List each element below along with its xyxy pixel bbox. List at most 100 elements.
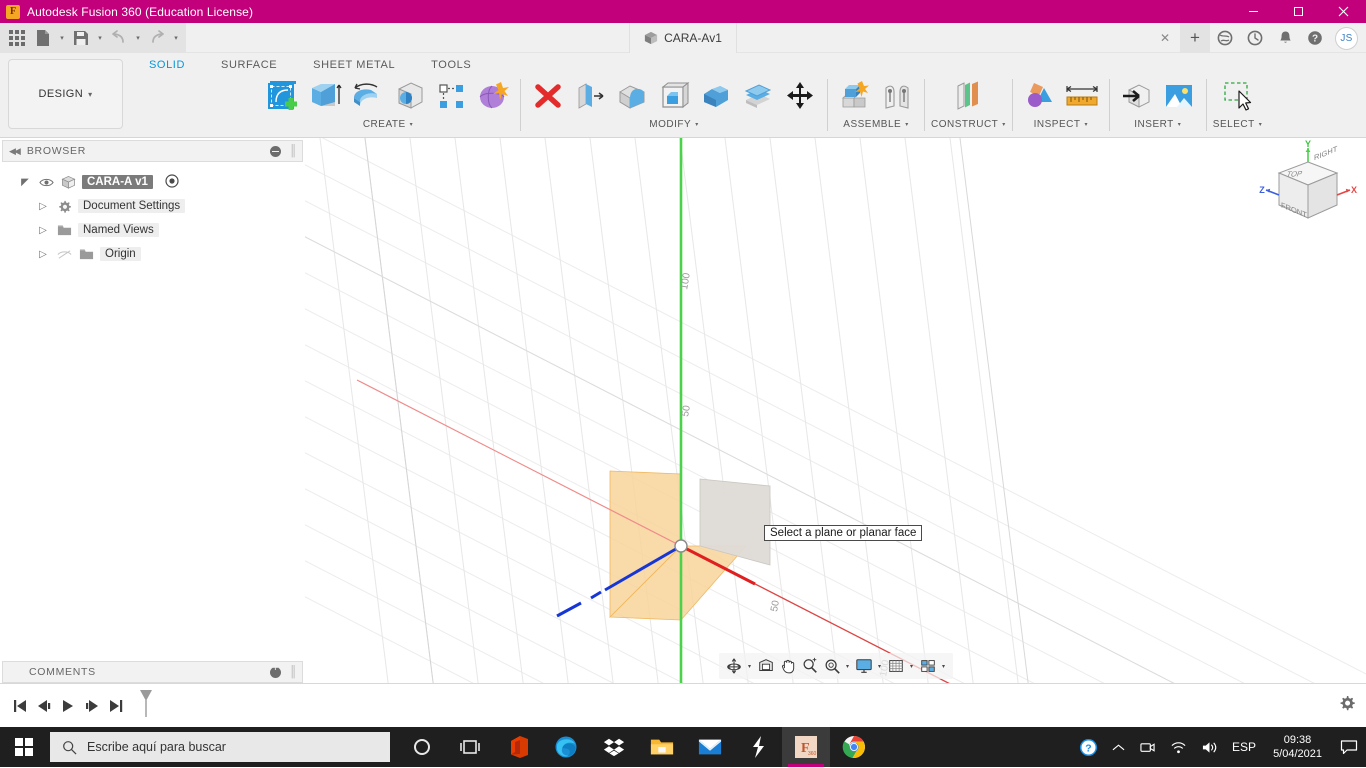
workspace-switcher-button[interactable]: DESIGN ▾ [8,59,123,129]
minus-circle-icon[interactable] [270,145,282,157]
interference-button[interactable] [1019,75,1061,117]
expand-arrow-icon[interactable]: ▷ [36,225,50,236]
timeline-step-back-button[interactable] [32,691,56,721]
notifications-button[interactable] [1270,23,1300,53]
activate-component-icon[interactable] [165,173,179,191]
ribbon-group-construct-label[interactable]: CONSTRUCT ▾ [931,119,1006,130]
help-button[interactable]: ? [1300,23,1330,53]
sweep-button[interactable] [388,75,430,117]
shell-button[interactable] [653,75,695,117]
tree-item-named-views[interactable]: ▷ Named Views [0,218,305,242]
fit-button[interactable] [821,655,843,677]
viewports-caret[interactable]: ▾ [939,655,949,677]
viewports-button[interactable] [917,655,939,677]
new-document-tab-button[interactable]: + [1180,23,1210,53]
tray-help-button[interactable]: ? [1072,727,1105,767]
create-sketch-button[interactable] [262,75,304,117]
redo-caret[interactable]: ▾ [170,25,182,51]
user-avatar[interactable]: JS [1335,26,1358,50]
zoom-button[interactable] [799,655,821,677]
visibility-eye-off-icon[interactable] [56,249,72,260]
cortana-button[interactable] [398,727,446,767]
collapse-panel-icon[interactable]: ◀◀ [9,146,21,157]
tray-camera-button[interactable] [1132,727,1163,767]
canvas-image-button[interactable] [1158,75,1200,117]
taskbar-mail-button[interactable] [686,727,734,767]
orbit-button[interactable] [723,655,745,677]
fillet-button[interactable] [611,75,653,117]
timeline-go-to-end-button[interactable] [104,691,128,721]
orbit-caret[interactable]: ▾ [745,655,755,677]
grid-snaps-caret[interactable]: ▾ [907,655,917,677]
look-at-button[interactable] [755,655,777,677]
pan-button[interactable] [777,655,799,677]
file-menu-button[interactable] [30,25,56,51]
minimize-button[interactable] [1231,0,1276,23]
action-center-button[interactable] [1332,727,1366,767]
taskbar-office-button[interactable] [494,727,542,767]
close-document-tab-button[interactable]: ✕ [1150,23,1180,53]
extrude-button[interactable] [304,75,346,117]
grip-icon[interactable]: ║ [289,145,297,157]
timeline-play-button[interactable] [56,691,80,721]
taskbar-chrome-button[interactable] [830,727,878,767]
undo-button[interactable] [106,25,132,51]
joint-button[interactable] [876,75,918,117]
tab-tools[interactable]: TOOLS [413,57,489,73]
offset-plane-button[interactable] [947,75,989,117]
select-button[interactable] [1217,75,1259,117]
measure-button[interactable] [1061,75,1103,117]
insert-derive-button[interactable] [1116,75,1158,117]
undo-caret[interactable]: ▾ [132,25,144,51]
revolve-button[interactable] [346,75,388,117]
redo-button[interactable] [144,25,170,51]
press-pull-button[interactable] [569,75,611,117]
tree-item-origin[interactable]: ▷ Origin [0,242,305,266]
timeline-step-forward-button[interactable] [80,691,104,721]
file-menu-caret[interactable]: ▾ [56,25,68,51]
taskbar-dropbox-button[interactable] [590,727,638,767]
combine-button[interactable] [695,75,737,117]
timeline-go-to-beginning-button[interactable] [8,691,32,721]
document-tab[interactable]: CARA-Av1 [629,23,737,53]
delete-button[interactable] [527,75,569,117]
ribbon-group-select-label[interactable]: SELECT ▾ [1213,119,1262,130]
create-form-button[interactable] [472,75,514,117]
taskbar-search-input[interactable]: Escribe aquí para buscar [50,732,390,762]
tray-wifi-button[interactable] [1163,727,1194,767]
ribbon-group-insert-label[interactable]: INSERT ▾ [1134,119,1181,130]
view-cube[interactable]: TOP FRONT RIGHT Y X Z [1258,139,1358,240]
save-button[interactable] [68,25,94,51]
tray-expand-button[interactable] [1105,727,1132,767]
ribbon-group-assemble-label[interactable]: ASSEMBLE ▾ [843,119,908,130]
tree-item-root[interactable]: ◤ CARA-A v1 [0,170,305,194]
job-status-button[interactable] [1240,23,1270,53]
taskbar-lightning-button[interactable] [734,727,782,767]
new-component-button[interactable] [834,75,876,117]
start-button[interactable] [0,727,48,767]
tree-item-document-settings[interactable]: ▷ Document Settings [0,194,305,218]
move-copy-button[interactable] [779,75,821,117]
taskbar-edge-button[interactable] [542,727,590,767]
display-settings-caret[interactable]: ▾ [875,655,885,677]
expand-arrow-icon[interactable]: ▷ [36,201,50,212]
plus-circle-icon[interactable] [270,663,282,678]
timeline-marker[interactable] [136,688,156,723]
taskbar-clock[interactable]: 09:38 5/04/2021 [1263,727,1332,767]
taskbar-fusion360-button[interactable]: F 360 [782,727,830,767]
save-caret[interactable]: ▾ [94,25,106,51]
viewport-3d[interactable]: 100 50 50 100 150 200 Select a plane or … [305,138,1366,683]
fit-caret[interactable]: ▾ [843,655,853,677]
close-button[interactable] [1321,0,1366,23]
maximize-button[interactable] [1276,0,1321,23]
tray-volume-button[interactable] [1194,727,1225,767]
grip-icon[interactable]: ║ [289,666,297,678]
expand-arrow-icon[interactable]: ▷ [36,249,50,260]
tray-language-indicator[interactable]: ESP [1225,727,1263,767]
grid-snaps-button[interactable] [885,655,907,677]
ribbon-group-inspect-label[interactable]: INSPECT ▾ [1034,119,1088,130]
ribbon-group-create-label[interactable]: CREATE ▾ [363,119,413,130]
taskbar-file-explorer-button[interactable] [638,727,686,767]
data-panel-button[interactable] [1210,23,1240,53]
task-view-button[interactable] [446,727,494,767]
